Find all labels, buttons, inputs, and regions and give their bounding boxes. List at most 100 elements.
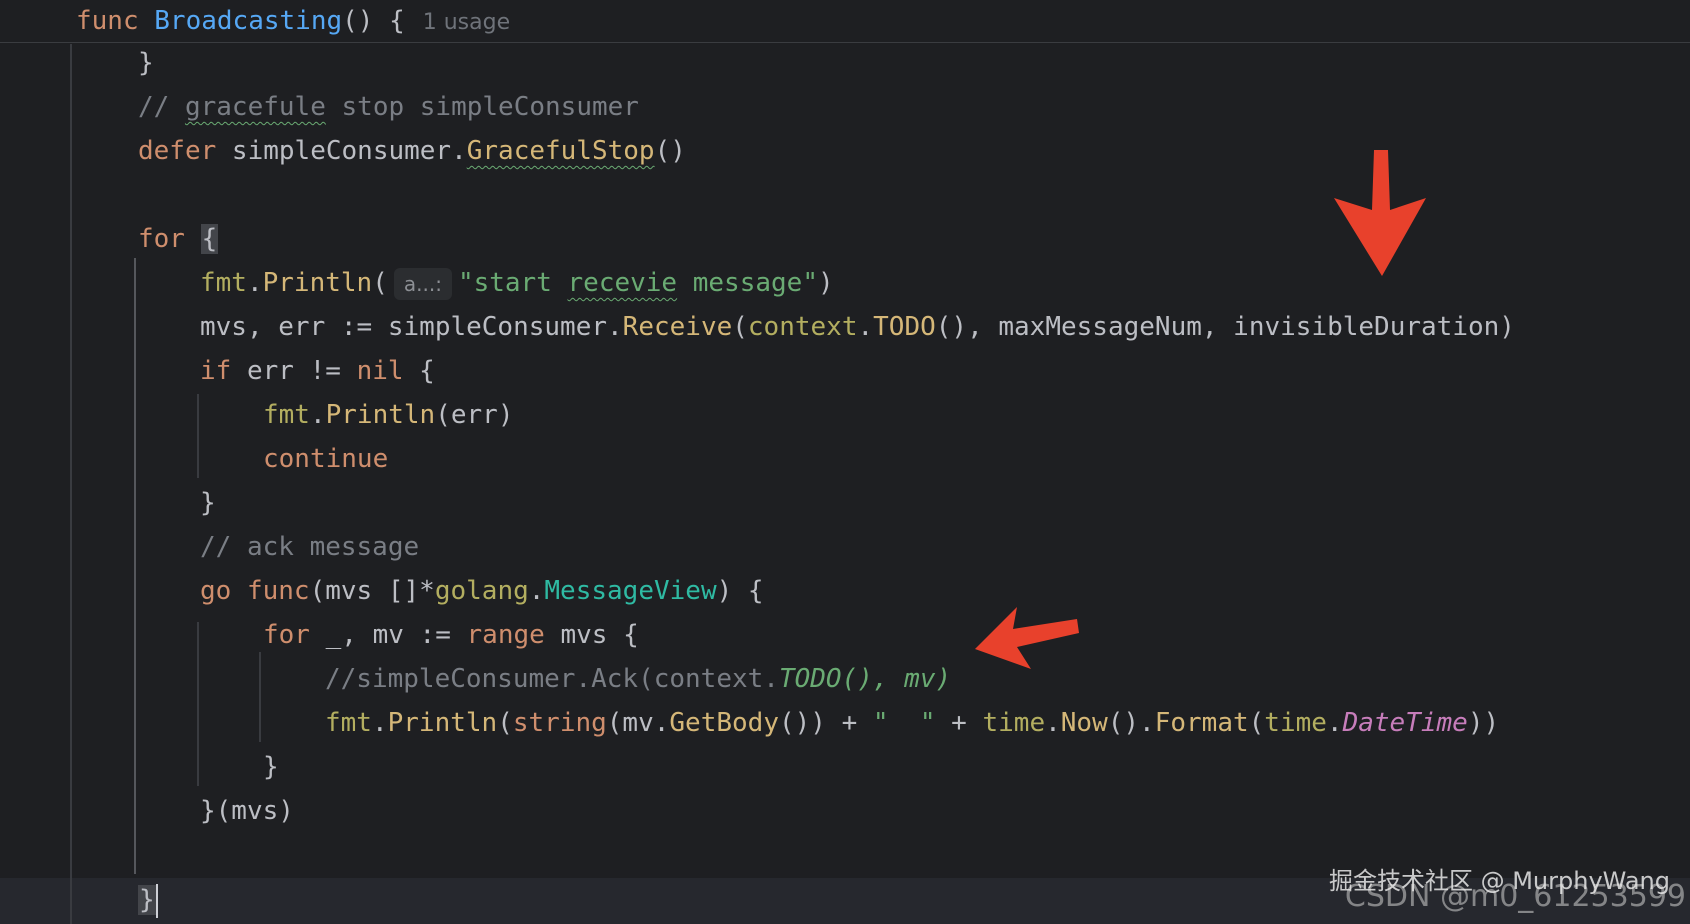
code-line-20[interactable]: } [138, 878, 158, 922]
fmt-package: fmt [200, 268, 247, 298]
nil-keyword: nil [356, 356, 404, 386]
sticky-function-header[interactable]: func Broadcasting() { 1 usage [0, 0, 1690, 43]
code-line-14: for _, mv := range mvs { [263, 613, 639, 657]
format-method[interactable]: Format [1155, 708, 1249, 738]
string-builtin: string [512, 708, 607, 738]
matched-brace: { [200, 224, 219, 254]
param-open: (mvs []* [309, 576, 435, 606]
dot: . [309, 400, 326, 430]
code-line-6: fmt.Println(a...: "start recevie message"… [200, 261, 834, 305]
dot: . [246, 268, 263, 298]
time-package: time [1264, 708, 1327, 738]
code-line-1: } [138, 41, 154, 85]
func-keyword: func [76, 6, 139, 36]
open-brace: { [403, 356, 435, 386]
for-keyword: for [138, 224, 185, 254]
concat-op: ()) + [778, 708, 873, 738]
code-line-11: } [200, 481, 216, 525]
getbody-method[interactable]: GetBody [669, 708, 779, 738]
closing-brace: } [138, 48, 154, 78]
dot: . [528, 576, 545, 606]
code-editor[interactable]: func Broadcasting() {1 usage } // gracef… [0, 0, 1690, 924]
code-line-17: } [263, 745, 279, 789]
plus-op: + [935, 708, 983, 738]
indent-guide-if-block [197, 394, 199, 478]
code-line-2: // gracefule stop simpleConsumer [138, 85, 639, 129]
if-keyword: if [200, 356, 232, 386]
datetime-const[interactable]: DateTime [1343, 708, 1468, 738]
indent-guide-for-loop [134, 258, 136, 874]
param-close: ) { [716, 576, 764, 606]
dot: . [857, 312, 874, 342]
ack-comment: // ack message [200, 532, 420, 562]
comment-prefix: // [138, 92, 185, 122]
typo-word-recevie: recevie [567, 268, 678, 298]
close-paren: ) [497, 400, 514, 430]
println-func[interactable]: Println [263, 268, 373, 298]
not-equal: != [293, 356, 357, 386]
range-keyword: range [466, 620, 545, 650]
dot: . [1326, 708, 1343, 738]
graceful-stop-method[interactable]: GracefulStop [467, 136, 655, 166]
code-line-16: fmt.Println(string(mv.GetBody()) + " " +… [325, 701, 1499, 745]
context-package: context [747, 312, 858, 342]
comment-rest: stop simpleConsumer [325, 92, 639, 122]
assign: := simpleConsumer. [325, 312, 623, 342]
down-arrow-annotation [1334, 150, 1426, 276]
var-err: err [450, 400, 498, 430]
continue-keyword: continue [263, 444, 389, 474]
println-func[interactable]: Println [326, 400, 436, 430]
receive-method[interactable]: Receive [623, 312, 733, 342]
dot: . [1045, 708, 1061, 738]
code-line-9: fmt.Println(err) [263, 393, 513, 437]
closing-brace: } [200, 488, 216, 518]
juejin-watermark: 掘金技术社区 @ MurphyWang [1328, 867, 1670, 895]
receive-args: (), maxMessageNum, invisibleDuration) [935, 312, 1515, 342]
indent-guide-go-func [197, 622, 199, 786]
typo-word-gracefule: gracefule [184, 92, 326, 122]
parens: () [654, 136, 686, 166]
now-func[interactable]: Now [1061, 708, 1108, 738]
space-string: " " [872, 708, 936, 738]
usage-hint[interactable]: 1 usage [423, 10, 510, 35]
code-line-5: for { [138, 217, 219, 261]
todo-func[interactable]: TODO [873, 312, 936, 342]
matched-closing-brace: } [138, 885, 156, 915]
open-paren: ( [1248, 708, 1265, 738]
indent-guide-level-1 [70, 44, 72, 924]
func-keyword: func [231, 576, 310, 606]
code-line-12: // ack message [200, 525, 419, 569]
golang-package: golang [434, 576, 529, 606]
call-chain: (). [1107, 708, 1155, 738]
parameter-hint: a...: [393, 267, 452, 300]
code-line-10: continue [263, 437, 388, 481]
left-arrow-annotation [975, 607, 1079, 669]
code-line-8: if err != nil { [200, 349, 435, 393]
open-paren: ( [372, 268, 388, 298]
println-func[interactable]: Println [388, 708, 498, 738]
signature-rest: () { [342, 6, 405, 36]
receiver: simpleConsumer. [216, 136, 467, 166]
range-target: mvs { [544, 620, 639, 650]
text-caret [155, 883, 158, 918]
function-signature: func Broadcasting() { 1 usage [76, 0, 510, 42]
mv-access: (mv. [606, 708, 670, 738]
fmt-package: fmt [325, 708, 372, 738]
code-line-3: defer simpleConsumer.GracefulStop() [138, 129, 686, 173]
time-package: time [982, 708, 1046, 738]
var-err: err [278, 312, 326, 342]
code-line-15: //simpleConsumer.Ack(context.TODO(), mv) [325, 657, 951, 701]
goroutine-invoke: }(mvs) [200, 796, 294, 826]
for-keyword: for [263, 620, 310, 650]
range-vars: _, mv := [309, 620, 467, 650]
code-line-18: }(mvs) [200, 789, 294, 833]
message-view-type[interactable]: MessageView [544, 576, 716, 606]
open-paren: ( [732, 312, 748, 342]
code-line-13: go func(mvs []*golang.MessageView) { [200, 569, 764, 613]
open-paren: ( [435, 400, 451, 430]
var-mvs: mvs, [200, 312, 279, 342]
indent-guide-range-loop [259, 652, 261, 742]
function-name[interactable]: Broadcasting [154, 6, 342, 36]
closing-brace: } [263, 752, 279, 782]
open-paren: ( [497, 708, 513, 738]
